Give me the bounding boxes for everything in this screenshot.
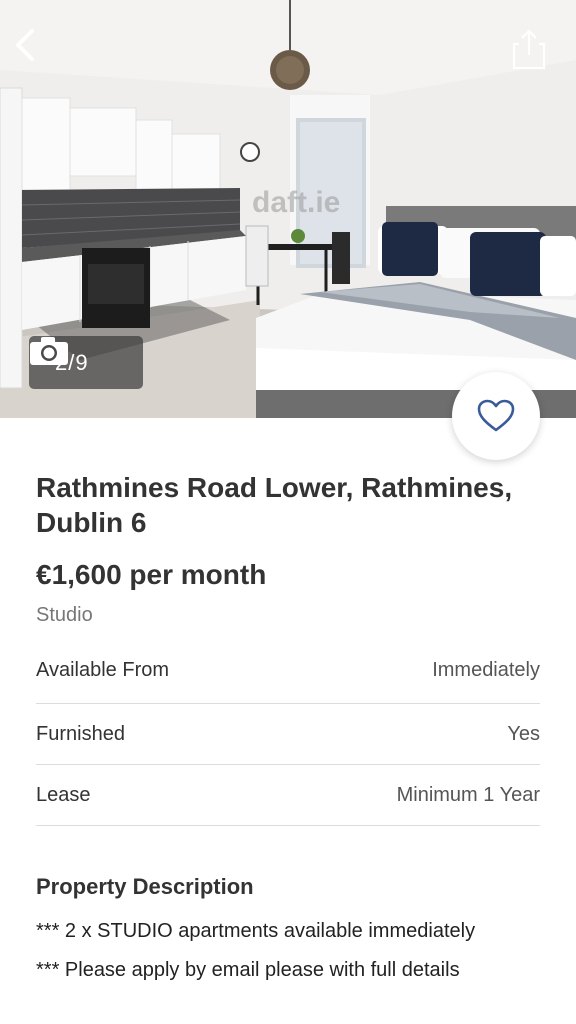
- description-line: *** Please apply by email please with fu…: [36, 959, 460, 981]
- listing-content: Rathmines Road Lower, Rathmines, Dublin …: [36, 470, 540, 982]
- watermark: daft.ie: [252, 186, 340, 219]
- description-heading: Property Description: [36, 874, 254, 899]
- detail-label: Furnished: [36, 722, 125, 745]
- detail-value: Yes: [507, 722, 540, 745]
- listing-photo[interactable]: daft.ie 2/9: [0, 0, 576, 418]
- description-line: *** 2 x STUDIO apartments available imme…: [36, 920, 476, 942]
- listing-address: Rathmines Road Lower, Rathmines, Dublin …: [36, 472, 513, 538]
- detail-label: Lease: [36, 783, 91, 806]
- back-arrow-icon: [16, 29, 34, 61]
- detail-row-lease: Lease Minimum 1 Year: [36, 765, 540, 826]
- heart-icon: [477, 399, 515, 432]
- share-button[interactable]: [512, 28, 560, 80]
- detail-row-furnished: Furnished Yes: [36, 704, 540, 765]
- detail-value: Minimum 1 Year: [396, 783, 540, 806]
- back-button[interactable]: [10, 28, 58, 80]
- photo-counter[interactable]: 2/9: [29, 336, 143, 389]
- share-icon: [512, 29, 546, 70]
- favourite-button[interactable]: [452, 372, 540, 460]
- detail-label: Available From: [36, 659, 170, 681]
- property-type: Studio: [36, 604, 93, 626]
- camera-icon: [30, 337, 68, 365]
- listing-price: €1,600 per month: [36, 559, 267, 590]
- details-list: Available From Immediately Furnished Yes…: [36, 659, 540, 826]
- detail-row-available-from: Available From Immediately: [36, 659, 540, 704]
- detail-value: Immediately: [432, 659, 540, 681]
